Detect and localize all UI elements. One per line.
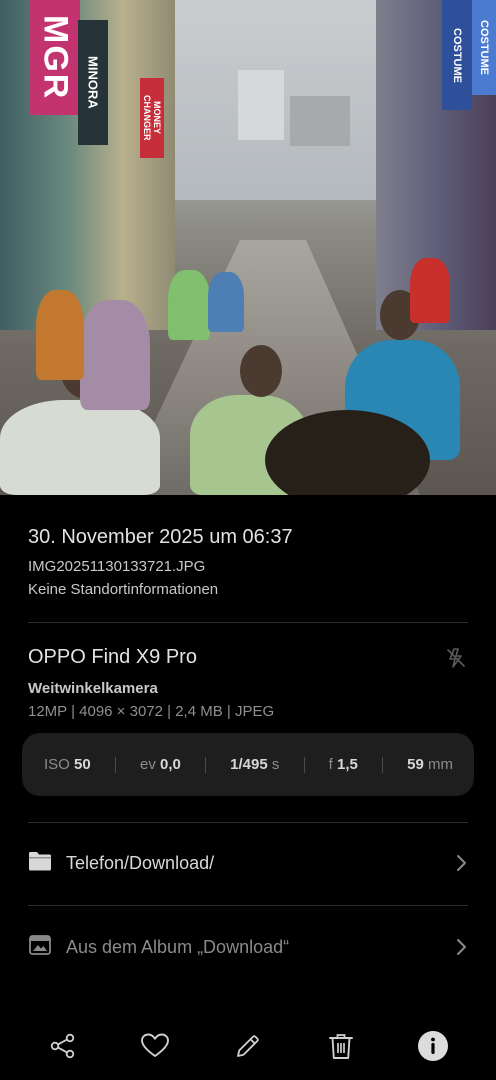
photo-building xyxy=(290,96,350,146)
exif-shutter-unit: s xyxy=(271,756,280,773)
exif-shutter: 1/495 s xyxy=(230,756,279,773)
exif-iso-label: ISO xyxy=(44,756,70,773)
photo-sign-costume: COSTUME xyxy=(442,0,472,110)
storage-path-label: Telefon/Download/ xyxy=(66,852,215,873)
divider xyxy=(28,905,468,906)
exif-aperture-label: f xyxy=(328,756,333,773)
chevron-right-icon xyxy=(454,937,468,957)
exif-separator xyxy=(303,756,305,773)
storage-path-row[interactable]: Telefon/Download/ xyxy=(28,843,468,883)
photo-sign-costume-right: COSTUME xyxy=(472,0,496,95)
photo-head xyxy=(240,345,282,397)
exif-separator xyxy=(205,756,206,773)
photo-tower xyxy=(238,70,284,140)
photo-person xyxy=(36,290,84,380)
exif-separator xyxy=(114,756,116,773)
exif-ev-value: 0,0 xyxy=(160,756,181,773)
favorite-button[interactable] xyxy=(139,1026,171,1066)
exif-aperture: f 1,5 xyxy=(329,756,358,773)
info-icon xyxy=(418,1031,448,1061)
photo-person xyxy=(208,272,244,332)
folder-icon xyxy=(28,850,52,877)
pencil-icon xyxy=(237,1035,259,1057)
photo-person xyxy=(168,270,210,340)
share-icon xyxy=(50,1033,75,1059)
photo-person xyxy=(410,258,450,323)
album-label: Aus dem Album „Download“ xyxy=(66,936,290,957)
share-button[interactable] xyxy=(47,1026,79,1066)
divider xyxy=(28,622,468,623)
divider xyxy=(28,822,468,823)
photo-sign-minora: MINORA xyxy=(78,20,108,145)
heart-icon xyxy=(141,1033,169,1057)
chevron-right-icon xyxy=(454,853,468,873)
file-name: IMG20251130133721.JPG xyxy=(28,558,206,575)
device-name: OPPO Find X9 Pro xyxy=(28,646,197,668)
album-icon xyxy=(28,934,52,961)
photo-sign-mgr: MGR xyxy=(30,0,80,115)
lens-name: Weitwinkelkamera xyxy=(28,680,158,697)
delete-button[interactable] xyxy=(325,1026,357,1066)
exif-separator xyxy=(381,756,383,773)
exif-focal-unit: mm xyxy=(427,756,453,773)
exif-card: ISO 50 ev 0,0 1/495 s f 1,5 59 mm xyxy=(22,733,474,796)
exif-ev-label: ev xyxy=(139,756,156,773)
photo-person xyxy=(0,400,160,495)
exif-ev: ev 0,0 xyxy=(140,756,181,773)
exif-aperture-value: 1,5 xyxy=(336,756,358,773)
photo-sign-money-changer: MONEY CHANGER xyxy=(140,78,164,158)
edit-button[interactable] xyxy=(232,1026,264,1066)
exif-focal-length: 59 mm xyxy=(407,756,453,773)
exif-shutter-value: 1/495 xyxy=(230,756,268,773)
trash-icon xyxy=(329,1034,353,1059)
image-specs: 12MP | 4096 × 3072 | 2,4 MB | JPEG xyxy=(28,703,275,720)
album-row[interactable]: Aus dem Album „Download“ xyxy=(28,927,468,967)
exif-focal-value: 59 xyxy=(407,756,424,773)
flash-off-icon xyxy=(444,646,468,670)
info-button[interactable] xyxy=(417,1026,449,1066)
exif-iso: ISO 50 xyxy=(44,756,91,773)
capture-date: 30. November 2025 um 06:37 xyxy=(28,526,293,548)
location-text: Keine Standortinformationen xyxy=(28,581,219,598)
photo-person xyxy=(80,300,150,410)
photo-preview[interactable]: MGR MINORA MONEY CHANGER COSTUME COSTUME xyxy=(0,0,496,495)
bottom-toolbar xyxy=(0,1026,496,1066)
exif-iso-value: 50 xyxy=(74,756,91,773)
